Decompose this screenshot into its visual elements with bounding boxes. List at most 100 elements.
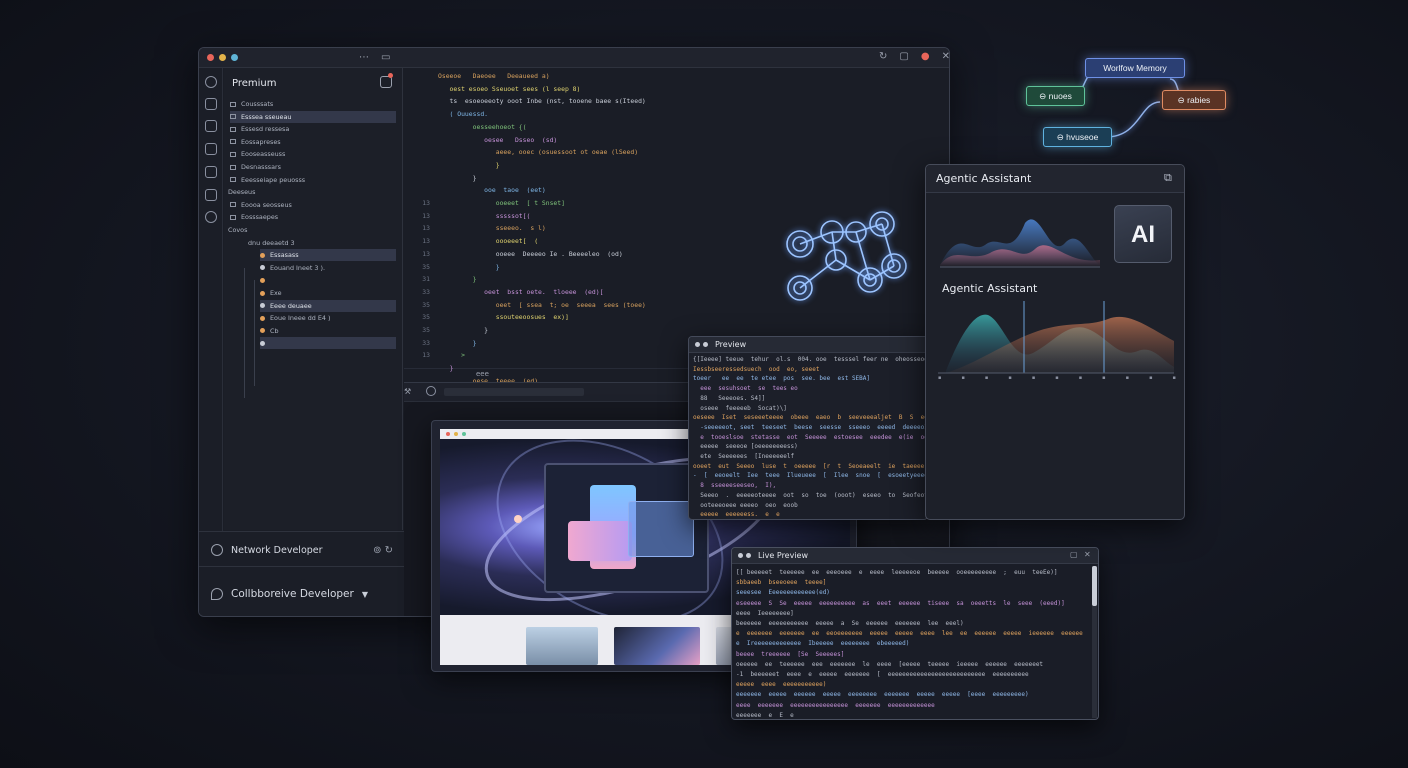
nuoes-label: nuoes (1048, 91, 1072, 101)
explorer-panel: Premium Cousssats Esssea sseueau Essesd re… (224, 68, 403, 530)
terminal-input[interactable] (444, 388, 584, 396)
line-number: 13 (422, 351, 430, 360)
terminal-tools-icon[interactable]: ⚒ (404, 387, 411, 396)
code-text: oest esoeo Sseuoet sees (l seep 8) (449, 84, 581, 93)
tree-item[interactable]: Deeseus (228, 186, 396, 198)
file-icon (230, 202, 236, 208)
hvuseoe-node[interactable]: ⊖ hvuseoe (1043, 127, 1112, 147)
window-dot[interactable] (695, 342, 700, 347)
line-number: 35 (422, 326, 430, 334)
code-text: > (461, 351, 465, 360)
tick: ▪ (938, 375, 942, 381)
code-line: } (410, 172, 477, 185)
maximize-dot[interactable] (231, 54, 238, 61)
scrollbar-thumb[interactable] (1092, 566, 1097, 606)
notification-icon[interactable]: ● (921, 51, 930, 62)
tree-item[interactable]: Eeesseiape peuosss (230, 174, 396, 186)
settings-icon[interactable] (205, 211, 217, 223)
nuoes-node[interactable]: ⊖ nuoes (1026, 86, 1085, 106)
code-text: ts esoeoeeoty ooot Inbe (nst, tooene bae… (449, 97, 646, 106)
code-line: 33 } (410, 337, 476, 350)
tree-item[interactable]: Essasass (260, 249, 396, 262)
code-line: 13 sseeeo. s l) (410, 222, 545, 235)
window-dot[interactable] (746, 553, 751, 558)
tree-item[interactable]: Covos (228, 224, 396, 236)
code-text: } (495, 262, 500, 271)
close-icon[interactable]: ✕ (942, 51, 949, 62)
bullet-icon (260, 328, 265, 334)
tree-item[interactable]: dnu deeaetd 3 (248, 237, 396, 249)
tree-item[interactable]: Eeee deuaee (260, 299, 396, 312)
tree-item[interactable]: Essesd ressesa (230, 123, 396, 135)
tree-item[interactable] (260, 274, 396, 286)
split-icon[interactable]: ▢ (899, 51, 908, 62)
live-preview-titlebar: Live Preview ▢ ✕ (732, 548, 1098, 564)
code-line: 13 oooeeet[ ( (410, 235, 538, 248)
account-icon[interactable] (205, 76, 217, 88)
tick: ▪ (961, 375, 965, 381)
line-number: 13 (422, 237, 430, 246)
bullet-icon (260, 340, 265, 346)
tree-item[interactable]: Eossapreses (230, 136, 396, 148)
terminal-status-icon[interactable] (426, 386, 436, 396)
terminal-tab[interactable]: eee (476, 370, 489, 378)
file-icon (230, 164, 236, 170)
debug-icon[interactable] (205, 166, 217, 178)
code-text: } (472, 173, 477, 182)
popout-icon[interactable]: ▢ (1070, 550, 1078, 559)
search-icon[interactable] (205, 120, 217, 132)
network-developer-row[interactable]: Network Developer ⊚ ↻ (211, 544, 393, 556)
code-line: oesee Dsseo (sd) (410, 134, 557, 147)
code-line: -1 beeeeeet eeee e eeeee eeeeeee [ eeeee… (736, 671, 1029, 678)
close-icon[interactable]: ✕ (1084, 550, 1091, 559)
network-developer-label: Network Developer (231, 544, 323, 556)
refresh-icon[interactable]: ↻ (879, 51, 887, 62)
tree-item[interactable]: Esssea sseueau (230, 110, 396, 123)
line-number: 13 (422, 249, 430, 258)
close-dot[interactable] (446, 432, 450, 436)
tree-item[interactable]: Cousssats (230, 98, 396, 110)
expand-icon[interactable]: ⧉ (1164, 171, 1172, 185)
more-icon[interactable]: ⋯ (359, 52, 369, 63)
window-dot[interactable] (703, 342, 708, 347)
minimize-dot[interactable] (219, 54, 226, 61)
waveform-chart-top (940, 219, 1100, 268)
tree-item[interactable] (260, 337, 396, 350)
tick: ▪ (1125, 375, 1130, 381)
collab-developer-row[interactable]: Collbboreive Developer ▼ (211, 588, 381, 600)
code-line: sbbaeeb bseeoeee teeee] (736, 579, 827, 587)
tree-item[interactable]: Eosssaepes (230, 211, 396, 223)
git-icon[interactable] (205, 143, 217, 155)
line-number: 35 (422, 313, 430, 322)
close-dot[interactable] (207, 54, 214, 61)
scrollbar[interactable] (1092, 566, 1097, 718)
panel-icon[interactable]: ▭ (381, 52, 390, 63)
sync-icon[interactable]: ⊚ ↻ (373, 545, 393, 556)
tree-item[interactable]: Exe (260, 287, 396, 299)
tree-item[interactable]: Cb (260, 325, 396, 337)
thumbnail[interactable] (614, 627, 700, 665)
thumbnail[interactable] (526, 627, 598, 665)
tree-item[interactable]: Eoue Ineee dd E4 ) (260, 312, 396, 324)
tree-item[interactable]: Eooseasseuss (230, 148, 396, 160)
code-line: e Ireeeeeeeeeeeee Ibeeeee eeeeeeee ebeee… (736, 640, 910, 648)
window-dot[interactable] (738, 553, 743, 558)
workflow-memory-node[interactable]: Worlfow Memory (1085, 58, 1185, 78)
minimize-dot[interactable] (454, 432, 458, 436)
rabies-node[interactable]: ⊖ rabies (1162, 90, 1226, 110)
sidebar-toolbar: ⋯ ▭ (359, 52, 390, 63)
maximize-dot[interactable] (462, 432, 466, 436)
code-text: aeee, ooec (osuessoot ot oeae (lSeed) (495, 148, 639, 157)
code-line: beeee treeeeee [Se Seeeees] (736, 650, 845, 658)
code-line: } (410, 362, 454, 375)
extensions-icon[interactable] (205, 189, 217, 201)
tree-item[interactable]: Desnasssars (230, 161, 396, 173)
file-icon (230, 139, 236, 145)
new-file-icon[interactable] (380, 73, 393, 88)
files-icon[interactable] (205, 98, 217, 110)
tree-item[interactable]: Eoooa seosseus (230, 199, 396, 211)
chevron-down-icon[interactable]: ▼ (362, 590, 368, 599)
line-number: 35 (422, 262, 430, 271)
tree-item-label: Eooseasseuss (241, 150, 286, 159)
tree-item[interactable]: Eouand Ineet 3 ). (260, 262, 396, 274)
